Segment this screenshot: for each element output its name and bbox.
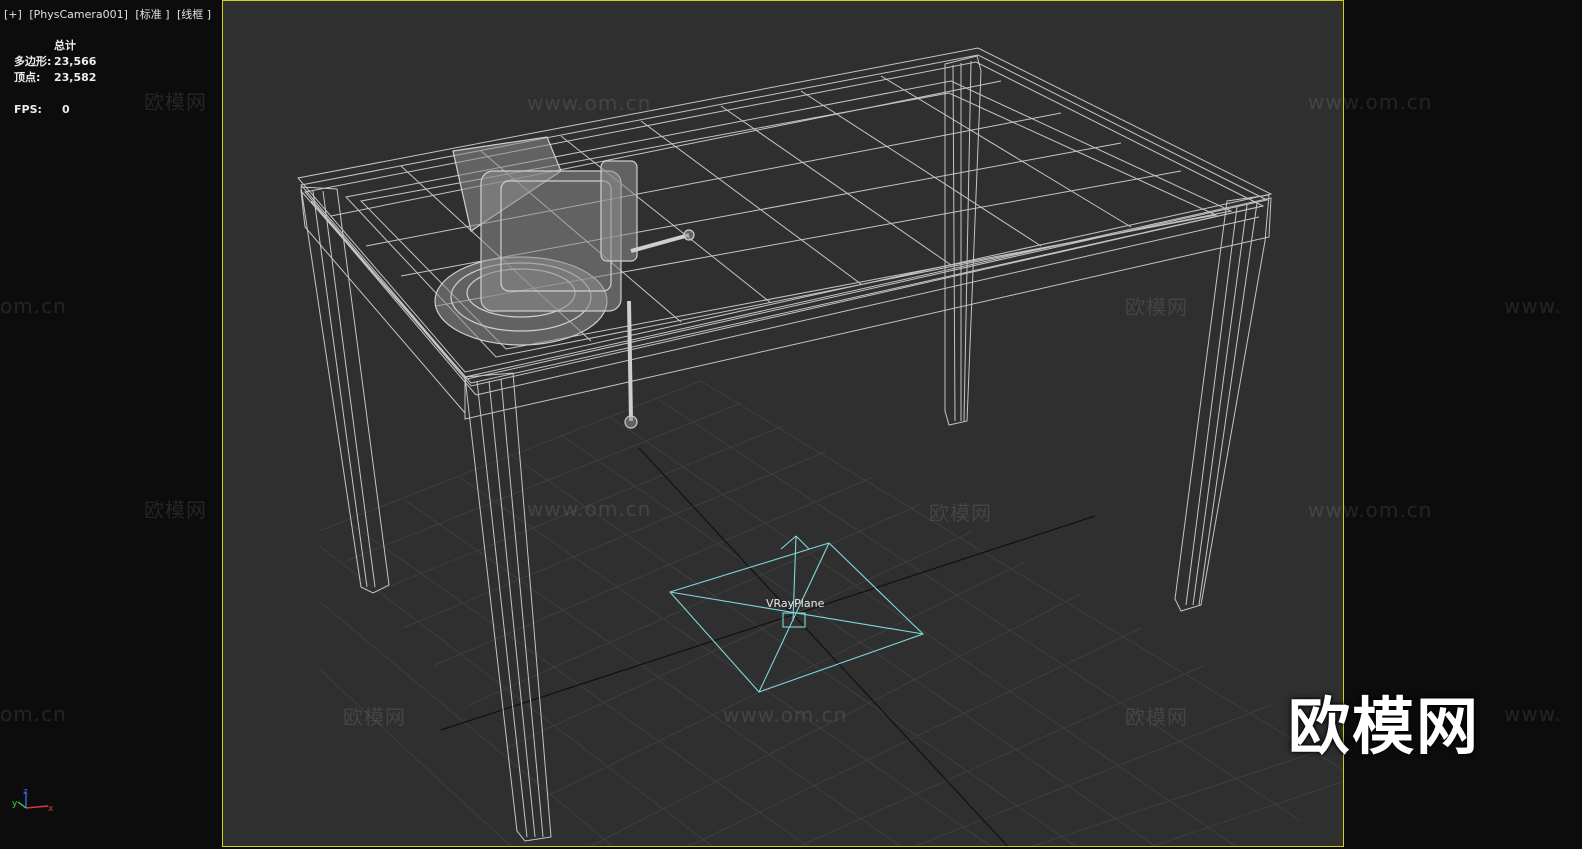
viewport-camera-label[interactable]: [PhysCamera001] bbox=[29, 8, 128, 21]
stats-fps-value: 0 bbox=[62, 103, 70, 116]
watermark-url-short: om.cn bbox=[0, 294, 67, 318]
watermark-url-prefix: www. bbox=[1504, 702, 1562, 726]
viewport-label[interactable]: [+] [PhysCamera001] [标准 ] [线框 ] bbox=[4, 6, 215, 22]
ground-grid bbox=[318, 380, 1343, 846]
watermark-url: www.om.cn bbox=[527, 91, 652, 115]
gizmo-y-label: y bbox=[12, 799, 18, 809]
viewport-mode-label[interactable]: [线框 ] bbox=[177, 8, 211, 21]
watermark-cn: 欧模网 bbox=[144, 498, 207, 522]
watermark-url: www.om.cn bbox=[527, 497, 652, 521]
watermark-url: www.om.cn bbox=[723, 703, 848, 727]
stats-polys-value: 23,566 bbox=[54, 55, 97, 68]
watermark-logo: 欧模网 bbox=[1288, 690, 1481, 763]
statistics-overlay: 总计 多边形: 23,566 顶点: 23,582 FPS: 0 bbox=[14, 38, 96, 118]
stats-verts-row: 顶点: 23,582 bbox=[14, 70, 96, 86]
watermark-url-short: om.cn bbox=[0, 702, 67, 726]
camera-safe-frame[interactable]: www.om.cn 欧模网 www.om.cn 欧模网 欧模网 www.om.c… bbox=[222, 0, 1344, 847]
viewport-menu-plus[interactable]: [+] bbox=[4, 8, 22, 21]
watermark-cn: 欧模网 bbox=[1125, 705, 1188, 729]
gizmo-x-label: x bbox=[48, 804, 54, 814]
stats-fps-row: FPS: 0 bbox=[14, 102, 96, 118]
vise-wireframe bbox=[434, 136, 695, 429]
watermark-url-prefix: www. bbox=[1504, 294, 1562, 318]
gizmo-z-label: z bbox=[23, 787, 28, 797]
stats-header: 总计 bbox=[54, 39, 76, 52]
viewport-shading-label[interactable]: [标准 ] bbox=[135, 8, 169, 21]
watermark-url: www.om.cn bbox=[1308, 498, 1433, 522]
stats-polys-label: 多边形: bbox=[14, 55, 52, 68]
stats-verts-label: 顶点: bbox=[14, 71, 41, 84]
watermark-cn: 欧模网 bbox=[144, 90, 207, 114]
watermark-cn: 欧模网 bbox=[343, 705, 406, 729]
axis-gizmo: x z y bbox=[12, 787, 54, 814]
watermark-url: www.om.cn bbox=[1308, 90, 1433, 114]
watermark-cn: 欧模网 bbox=[929, 501, 992, 525]
stats-fps-label: FPS: bbox=[14, 103, 42, 116]
watermark-cn: 欧模网 bbox=[1125, 295, 1188, 319]
vray-plane-label: VRayPlane bbox=[766, 597, 825, 610]
stats-verts-value: 23,582 bbox=[54, 71, 97, 84]
stats-polys-row: 多边形: 23,566 bbox=[14, 54, 96, 70]
